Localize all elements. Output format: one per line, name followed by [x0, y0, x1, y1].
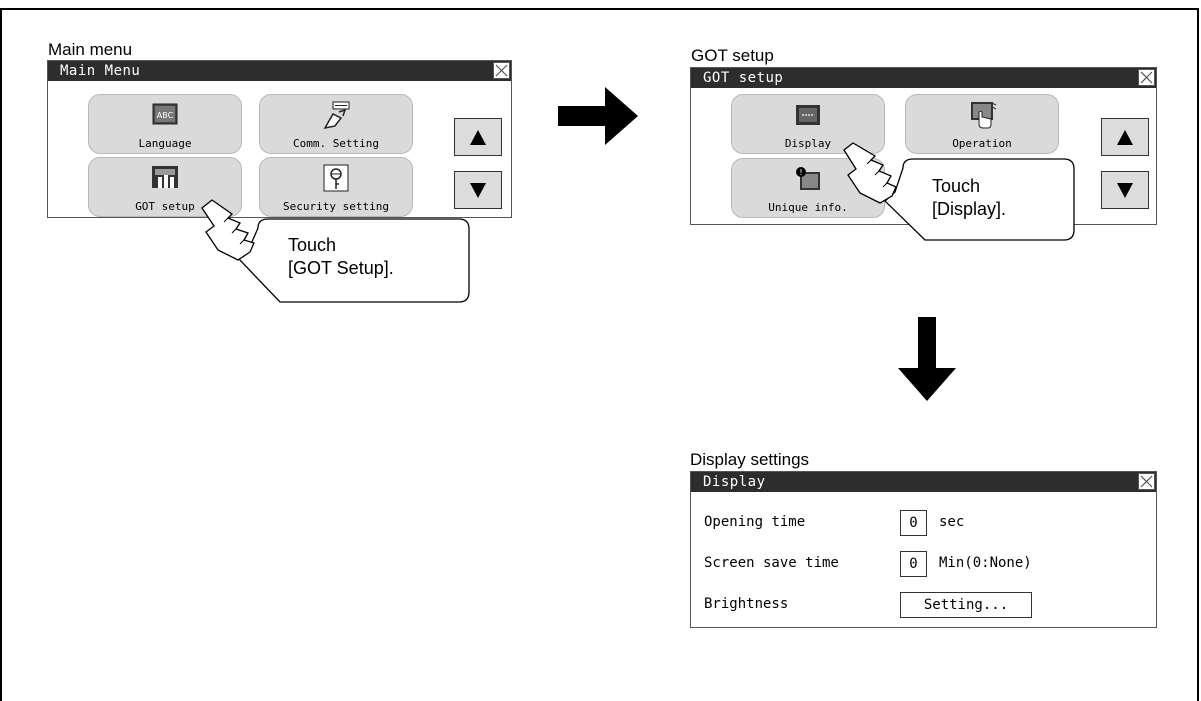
callout-line: Touch — [932, 176, 981, 196]
annotation-overlay — [201, 87, 1075, 401]
callout-line: Touch — [288, 235, 337, 255]
callout-display-text: Touch [Display]. — [932, 175, 1006, 221]
flow-arrow-down-icon — [898, 317, 956, 401]
pointing-hand-icon — [201, 199, 255, 261]
callout-got-setup-text: Touch [GOT Setup]. — [288, 234, 394, 280]
flow-arrow-right-icon — [558, 87, 638, 145]
callout-line: [GOT Setup]. — [288, 258, 394, 278]
callout-line: [Display]. — [932, 199, 1007, 219]
pointing-hand-icon — [843, 142, 897, 204]
